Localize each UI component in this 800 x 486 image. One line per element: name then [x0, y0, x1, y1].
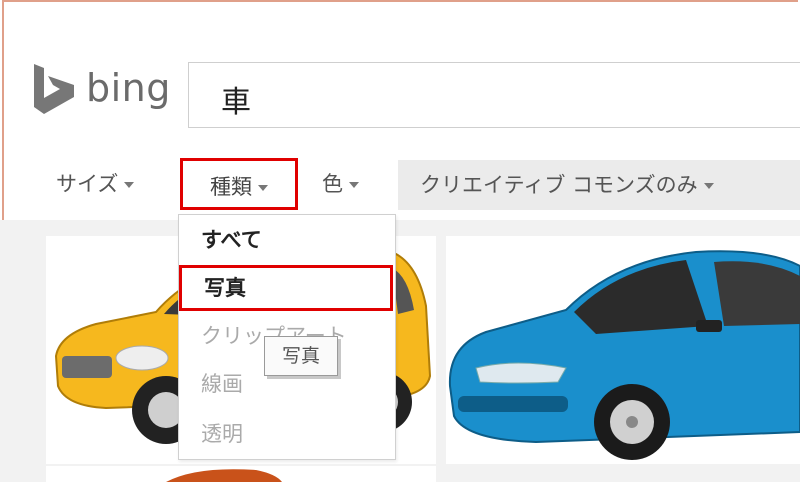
- size-filter-label: サイズ: [56, 172, 119, 196]
- type-filter[interactable]: 種類: [180, 158, 298, 210]
- license-filter[interactable]: クリエイティブ コモンズのみ: [398, 160, 800, 210]
- bing-logo[interactable]: bing: [30, 64, 190, 114]
- chevron-down-icon: [703, 183, 714, 189]
- image-result-blue-car[interactable]: [446, 236, 800, 464]
- menu-item-all[interactable]: すべて: [179, 217, 395, 263]
- filter-bar: サイズ 種類 色 クリエイティブ コモンズのみ: [0, 156, 800, 214]
- chevron-down-icon: [258, 185, 268, 191]
- search-input[interactable]: 車: [188, 62, 800, 128]
- color-filter[interactable]: 色: [322, 164, 359, 204]
- brand-name: bing: [86, 66, 171, 110]
- chevron-down-icon: [124, 182, 135, 188]
- size-filter[interactable]: サイズ: [56, 164, 135, 204]
- color-filter-label: 色: [322, 172, 343, 196]
- search-query[interactable]: 車: [221, 77, 251, 121]
- menu-item-photo[interactable]: 写真: [179, 265, 393, 311]
- chevron-down-icon: [349, 182, 359, 188]
- bing-b-icon: [34, 64, 74, 114]
- type-filter-label: 種類: [210, 175, 252, 199]
- license-filter-label: クリエイティブ コモンズのみ: [420, 173, 698, 197]
- tooltip: 写真: [264, 336, 338, 376]
- menu-item-transparent[interactable]: 透明: [179, 411, 395, 457]
- image-result-partial[interactable]: [46, 466, 436, 482]
- blue-car-image: [448, 250, 800, 460]
- partial-image: [166, 469, 282, 482]
